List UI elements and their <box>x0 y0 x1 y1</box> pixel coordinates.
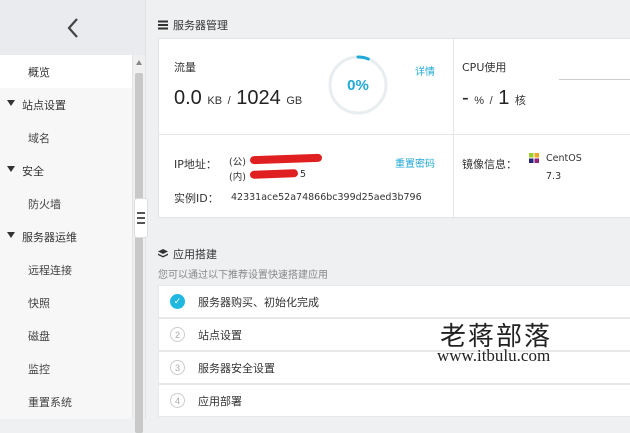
sidebar-group-server-ops[interactable]: 服务器运维 <box>0 220 145 253</box>
sidebar-item-label: 重置系统 <box>28 395 72 409</box>
apps-title: 应用搭建 <box>173 248 217 261</box>
centos-logo-icon <box>529 153 539 163</box>
server-card: 流量 0.0 KB / 1024 GB 0% 详情 CPU使用 - % / 1 … <box>158 38 630 219</box>
sidebar-menu: 概览 站点设置 域名 安全 防火墙 服务器运维 远程连接 快照 磁盘 监控 重置… <box>0 55 145 418</box>
traffic-percent: 0% <box>347 76 369 94</box>
caret-down-icon <box>7 232 15 238</box>
instance-id: 42331ace52a74866bc399d25aed3b796 <box>231 192 422 203</box>
sidebar-item-snapshot[interactable]: 快照 <box>0 286 145 319</box>
step-item[interactable]: 3 服务器安全设置 <box>158 351 630 384</box>
sidebar: 概览 站点设置 域名 安全 防火墙 服务器运维 远程连接 快照 磁盘 监控 重置… <box>0 0 146 433</box>
redacted-private-ip <box>249 169 299 179</box>
image-label: 镜像信息： <box>462 158 517 171</box>
sidebar-item-disk[interactable]: 磁盘 <box>0 319 145 352</box>
sidebar-item-monitor[interactable]: 监控 <box>0 352 145 385</box>
traffic-value: 0.0 KB / 1024 GB <box>174 87 302 110</box>
divider <box>453 39 454 219</box>
cpu-total: 1 <box>498 87 510 109</box>
sidebar-item-firewall[interactable]: 防火墙 <box>0 187 145 220</box>
traffic-total-unit: GB <box>286 95 303 107</box>
sidebar-item-label: 安全 <box>22 164 44 178</box>
traffic-label: 流量 <box>174 61 196 74</box>
watermark-url: www.itbulu.com <box>437 346 551 365</box>
os-name: CentOS <box>546 153 582 164</box>
step-item[interactable]: 4 应用部署 <box>158 384 630 417</box>
cpu-label: CPU使用 <box>462 61 507 74</box>
redacted-public-ip <box>249 153 323 165</box>
cpu-value: - % / 1 核 <box>462 87 526 110</box>
layers-icon <box>158 249 168 258</box>
cpu-chart-line <box>559 79 630 80</box>
sidebar-item-label: 服务器运维 <box>22 230 77 244</box>
traffic-used-unit: KB <box>207 95 223 107</box>
cpu-used: - <box>462 87 469 109</box>
back-chevron-icon[interactable] <box>65 17 81 39</box>
page-title: 服务器管理 <box>173 19 228 32</box>
step-number: 4 <box>170 393 185 408</box>
os-version: 7.3 <box>546 171 562 182</box>
reset-password-link[interactable]: 重置密码 <box>395 155 435 170</box>
server-icon <box>158 20 168 30</box>
caret-down-icon <box>7 166 15 172</box>
sidebar-item-remote-connect[interactable]: 远程连接 <box>0 253 145 286</box>
sidebar-item-label: 快照 <box>28 296 50 310</box>
step-item[interactable]: ✓ 服务器购买、初始化完成 <box>158 285 630 318</box>
sidebar-item-label: 磁盘 <box>28 329 50 343</box>
sidebar-item-label: 远程连接 <box>28 263 72 277</box>
menu-icon-bar <box>137 217 145 219</box>
main-content: 服务器管理 流量 0.0 KB / 1024 GB 0% 详情 CPU使用 - … <box>150 0 630 419</box>
sidebar-item-label: 域名 <box>28 131 50 145</box>
step-label: 站点设置 <box>198 328 242 342</box>
caret-down-icon <box>7 100 15 106</box>
divider <box>159 134 630 135</box>
cpu-sep: / <box>489 95 493 107</box>
details-link[interactable]: 详情 <box>415 63 435 78</box>
sidebar-item-label: 站点设置 <box>22 98 66 112</box>
apps-hint: 您可以通过以下推荐设置快速搭建应用 <box>158 270 328 281</box>
sidebar-item-overview[interactable]: 概览 <box>0 55 145 88</box>
traffic-total: 1024 <box>236 87 281 109</box>
traffic-sep: / <box>227 95 231 107</box>
sidebar-group-security[interactable]: 安全 <box>0 154 145 187</box>
apps-section-title: 应用搭建 <box>158 246 217 262</box>
sidebar-item-domain[interactable]: 域名 <box>0 121 145 154</box>
step-label: 服务器安全设置 <box>198 361 275 375</box>
instance-label: 实例ID： <box>174 192 219 205</box>
step-label: 应用部署 <box>198 394 242 408</box>
ip-public-tag: (公) <box>229 157 246 168</box>
sidebar-item-label: 防火墙 <box>28 197 61 211</box>
cpu-used-unit: % <box>474 95 485 107</box>
sidebar-item-label: 概览 <box>28 65 50 79</box>
sidebar-group-site-settings[interactable]: 站点设置 <box>0 88 145 121</box>
server-section-title: 服务器管理 <box>158 17 228 33</box>
step-number: 2 <box>170 327 185 342</box>
cpu-total-unit: 核 <box>514 95 526 107</box>
step-number: 3 <box>170 360 185 375</box>
sidebar-item-reset-system[interactable]: 重置系统 <box>0 385 145 418</box>
traffic-used: 0.0 <box>174 87 202 109</box>
step-label: 服务器购买、初始化完成 <box>198 295 319 309</box>
ip-private-tag: (内) <box>229 172 246 183</box>
sidebar-header <box>0 0 145 55</box>
step-done-check-icon: ✓ <box>170 294 185 309</box>
menu-icon <box>137 212 145 214</box>
ip-label: IP地址： <box>174 158 217 171</box>
scroll-up-arrow-icon[interactable] <box>136 60 142 65</box>
menu-icon-bar <box>137 222 145 224</box>
sidebar-item-label: 监控 <box>28 362 50 376</box>
ip-private-suffix: 5 <box>300 169 307 180</box>
step-item[interactable]: 2 站点设置 <box>158 318 630 351</box>
sidebar-collapse-handle[interactable] <box>134 198 148 238</box>
scrollbar-thumb[interactable] <box>135 73 143 433</box>
